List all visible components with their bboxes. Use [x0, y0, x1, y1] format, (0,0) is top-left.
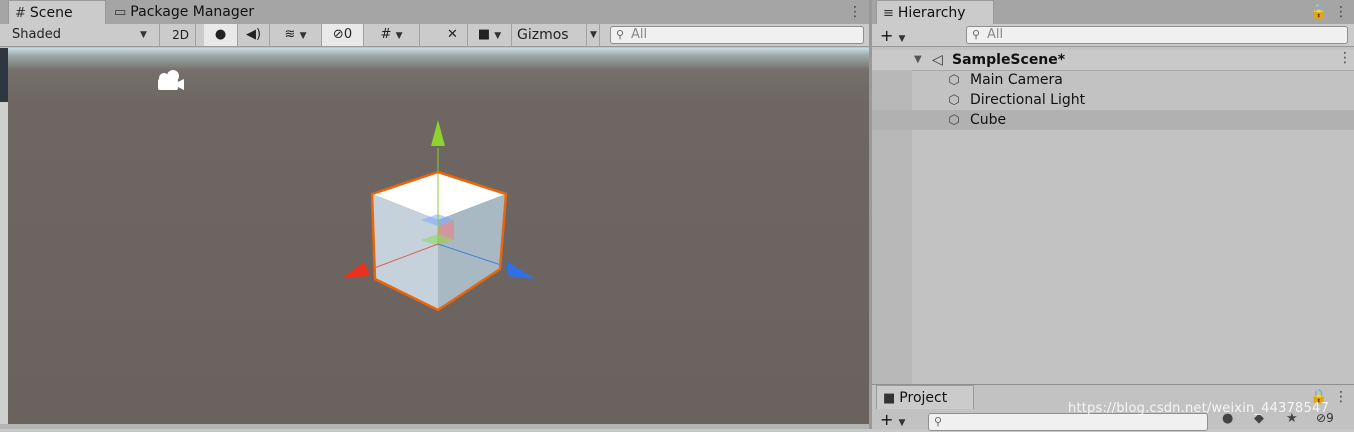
plus-icon: +	[880, 26, 894, 45]
hierarchy-item[interactable]: ⬡ Main Camera	[872, 70, 1354, 90]
gameobject-cube-icon: ⬡	[948, 93, 960, 108]
search-icon: ⚲	[616, 28, 625, 41]
effects-dropdown[interactable]: ≋ ▼	[270, 24, 322, 46]
tab-package-manager-label: Package Manager	[130, 4, 255, 20]
gameobject-cube-icon: ⬡	[948, 113, 960, 128]
camera-settings-dropdown[interactable]: ■ ▼	[468, 24, 512, 46]
plus-icon: +	[880, 410, 894, 429]
2d-toggle-button[interactable]: 2D	[166, 24, 196, 46]
hierarchy-tab-bar: ≡ Hierarchy 🔒 ⋮	[872, 0, 1354, 24]
watermark-text: https://blog.csdn.net/weixin_44378547	[1068, 401, 1329, 416]
tab-package-manager[interactable]: ▭ Package Manager	[108, 0, 278, 24]
tab-scene[interactable]: # Scene	[8, 0, 106, 24]
tab-hierarchy-label: Hierarchy	[897, 5, 966, 21]
unity-scene-icon: ◁	[932, 52, 943, 68]
hidden-count: 0	[343, 27, 353, 42]
tab-hierarchy[interactable]: ≡ Hierarchy	[876, 0, 994, 24]
scene-tab-bar: # Scene ▭ Package Manager ⋮	[0, 0, 869, 24]
viewport-left-edge	[0, 48, 8, 102]
hierarchy-item[interactable]: ⬡ Directional Light	[872, 90, 1354, 110]
lightbulb-icon: ●	[214, 27, 227, 42]
scene-row-kebab-icon[interactable]: ⋮	[1338, 48, 1352, 68]
search-icon: ⚲	[972, 28, 981, 41]
grid-snap-icon: #	[380, 27, 392, 42]
hierarchy-toolbar: + ▼ ⚲ All	[872, 24, 1354, 47]
scene-toolbar: Shaded ▼ 2D ● ◀) ≋ ▼ ⊘0 # ▼ ✕ ■ ▼ Gizmos…	[0, 24, 869, 47]
scene-search-placeholder: All	[631, 27, 648, 42]
cube-object[interactable]	[352, 148, 517, 312]
gizmos-label: Gizmos	[517, 27, 569, 43]
search-icon: ⚲	[934, 415, 943, 428]
hierarchy-item-label: Directional Light	[970, 92, 1086, 108]
project-panel: ■ Project 🔒 ⋮ + ▼ ⚲ ● ◆ ★ ⊘9 https://blog…	[872, 384, 1354, 431]
shading-mode-dropdown[interactable]: Shaded ▼	[0, 24, 160, 46]
chevron-down-icon: ▼	[586, 24, 597, 46]
scene-viewport[interactable]	[8, 48, 869, 424]
chevron-down-icon: ▼	[299, 31, 307, 41]
chevron-down-icon: ▼	[395, 31, 403, 41]
grid-toggle-dropdown[interactable]: # ▼	[364, 24, 420, 46]
chevron-down-icon: ▼	[898, 34, 906, 44]
layers-icon: ≋	[284, 27, 296, 42]
shading-mode-value: Shaded	[12, 27, 61, 42]
scene-camera-icon[interactable]	[158, 70, 184, 90]
speaker-icon: ◀)	[245, 27, 262, 42]
hierarchy-search-placeholder: All	[987, 27, 1004, 42]
tab-project[interactable]: ■ Project	[876, 385, 974, 409]
hierarchy-item-label: Cube	[970, 112, 1007, 128]
scene-name: SampleScene*	[952, 52, 1066, 68]
scene-view-canvas	[158, 70, 535, 312]
tools-icon: ✕	[447, 27, 458, 42]
y-axis-arrow-handle[interactable]	[431, 120, 445, 146]
hierarchy-menu-kebab-icon[interactable]: ⋮	[1334, 0, 1348, 24]
camera-icon: ■	[477, 27, 491, 42]
expand-triangle-icon[interactable]: ▼	[914, 50, 922, 70]
lock-icon[interactable]: 🔒	[1310, 0, 1327, 24]
gameobject-cube-icon: ⬡	[948, 73, 960, 88]
scene-menu-kebab-icon[interactable]: ⋮	[848, 0, 862, 24]
grid-icon: #	[15, 6, 26, 21]
eye-slash-icon: ⊘	[332, 27, 344, 42]
tab-scene-label: Scene	[29, 5, 73, 21]
z-axis-arrow-handle[interactable]	[508, 262, 535, 279]
tools-button[interactable]: ✕	[438, 24, 468, 46]
scene-panel-bottom-edge	[0, 424, 869, 429]
2d-label: 2D	[172, 28, 189, 42]
scene-search-input[interactable]: ⚲ All	[610, 26, 864, 44]
hierarchy-search-input[interactable]: ⚲ All	[966, 26, 1348, 44]
hierarchy-panel: ≡ Hierarchy 🔒 ⋮ + ▼ ⚲ All ▼ ◁ SampleScene…	[872, 0, 1354, 384]
hidden-objects-toggle[interactable]: ⊘0	[322, 24, 364, 46]
gizmos-dropdown[interactable]: Gizmos ▼	[512, 24, 600, 46]
create-dropdown[interactable]: + ▼	[880, 24, 905, 51]
chevron-down-icon: ▼	[494, 31, 502, 41]
viewport-left-margin	[0, 102, 8, 424]
hierarchy-item-selected[interactable]: ⬡ Cube	[872, 110, 1354, 130]
project-menu-kebab-icon[interactable]: ⋮	[1334, 385, 1348, 409]
tab-project-label: Project	[899, 390, 948, 406]
chevron-down-icon: ▼	[140, 30, 147, 40]
folder-icon: ■	[883, 391, 896, 406]
scene-root-row[interactable]: ▼ ◁ SampleScene* ⋮	[872, 50, 1354, 71]
package-icon: ▭	[114, 5, 127, 20]
scene-panel: # Scene ▭ Package Manager ⋮ Shaded ▼ 2D ● …	[0, 0, 869, 429]
audio-toggle-button[interactable]: ◀)	[238, 24, 270, 46]
chevron-down-icon: ▼	[898, 418, 906, 428]
list-icon: ≡	[883, 6, 894, 21]
lighting-toggle-button[interactable]: ●	[204, 24, 238, 46]
x-axis-arrow-handle[interactable]	[342, 262, 370, 278]
hierarchy-item-label: Main Camera	[970, 72, 1063, 88]
